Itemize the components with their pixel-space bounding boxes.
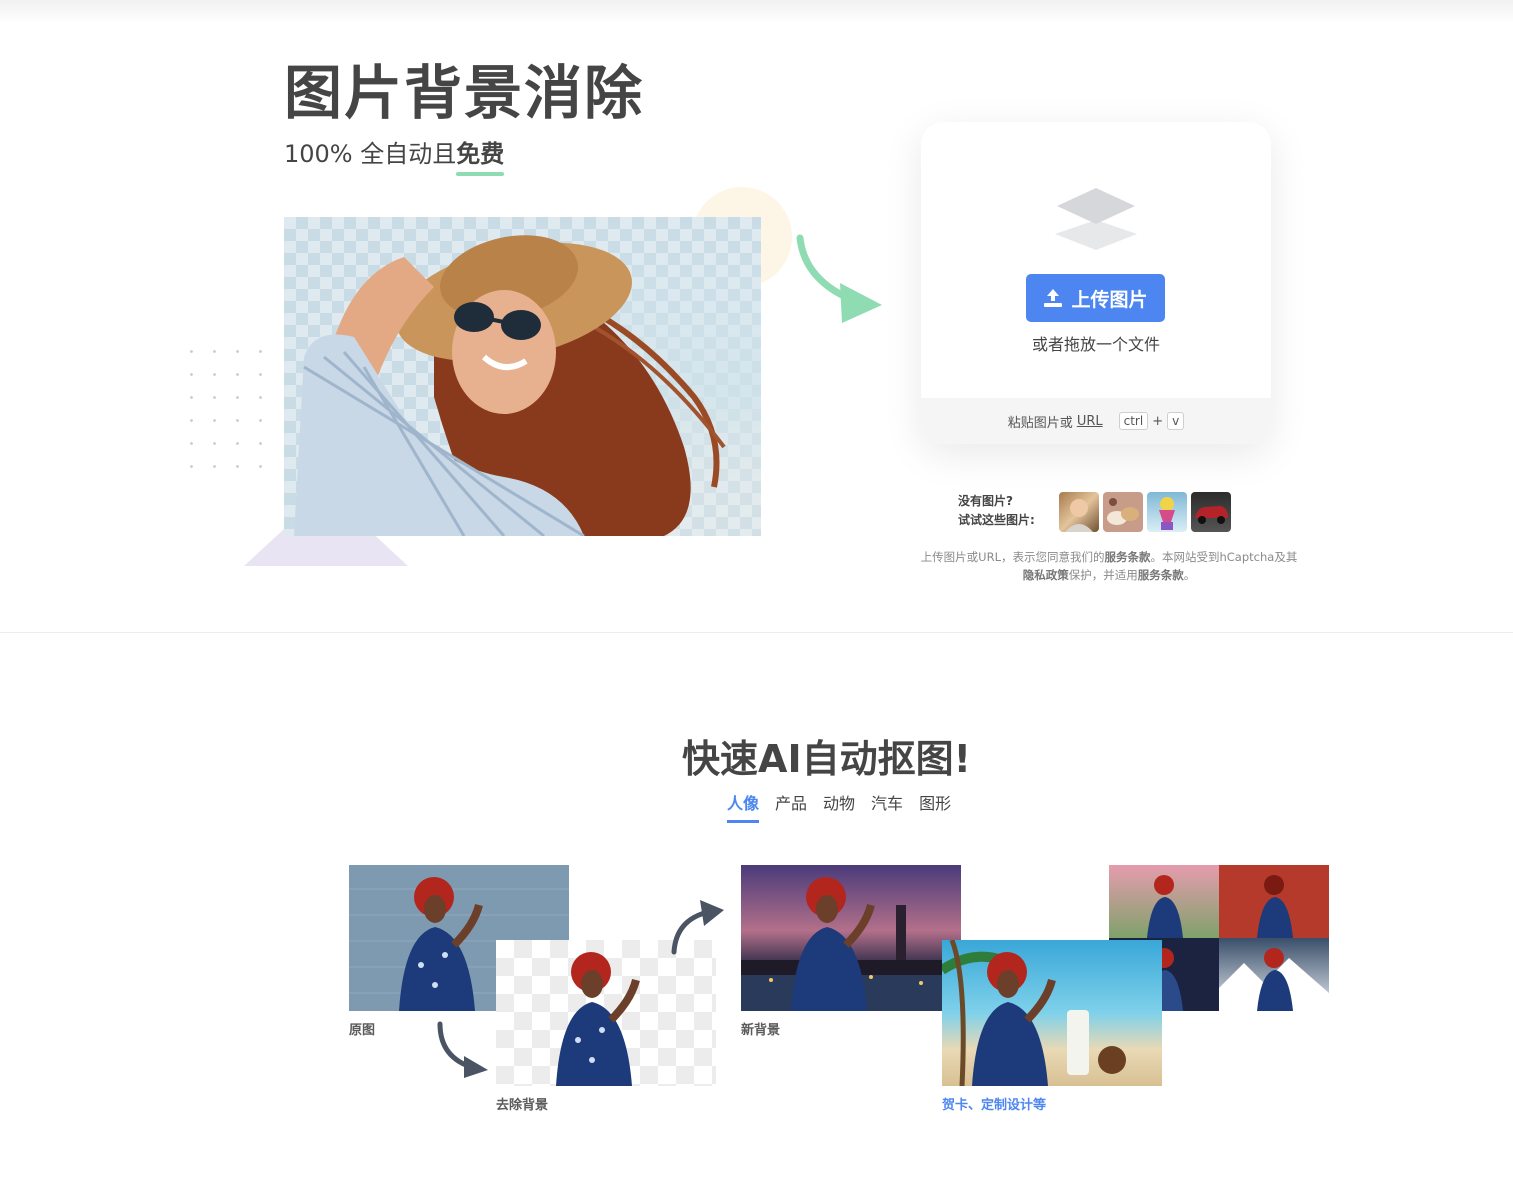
terms-link[interactable]: 服务条款 [1104,550,1150,564]
caption-original: 原图 [349,1023,376,1038]
category-tabs: 人像 产品 动物 汽车 图形 [727,790,951,823]
caption-designs[interactable]: 贺卡、定制设计等 [942,1094,1046,1113]
paste-prefix: 粘贴图片或 [1007,415,1073,431]
sample-image-animals[interactable] [1103,492,1143,532]
curved-arrow-icon [671,900,724,955]
decorative-dot-grid [180,340,276,480]
key-v: v [1167,412,1185,430]
tab-animal[interactable]: 动物 [823,790,855,823]
curved-arrow-icon [796,234,882,323]
tab-car[interactable]: 汽车 [871,790,903,823]
demo-grid-image-1 [1109,865,1219,938]
samples-label-line1: 没有图片? [958,494,1013,508]
legal-text-4: 。 [1183,568,1196,582]
top-bar [0,0,1513,24]
sample-image-car[interactable] [1191,492,1231,532]
section-title: 快速AI自动抠图! [682,737,971,781]
key-plus: + [1152,413,1164,429]
samples-label-line2: 试试这些图片: [958,513,1035,527]
tab-portrait[interactable]: 人像 [727,790,760,823]
key-ctrl: ctrl [1118,412,1149,430]
tab-product[interactable]: 产品 [775,790,807,823]
sample-image-product[interactable] [1147,492,1187,532]
tab-graphic[interactable]: 图形 [919,790,951,823]
upload-card[interactable]: 上传图片 或者拖放一个文件 粘贴图片或 URL ctrl + v [921,122,1271,444]
caption-removed-bg: 去除背景 [496,1098,549,1113]
page-subtitle: 100% 全自动且免费 [284,134,504,169]
drop-file-text: 或者拖放一个文件 [1031,335,1160,354]
section-divider [0,632,1513,633]
curved-arrow-icon [437,1021,488,1078]
terms-link-2[interactable]: 服务条款 [1138,568,1184,582]
upload-icon [1044,289,1063,307]
legal-text-2: 。本网站受到hCaptcha及其 [1150,550,1298,564]
demo-new-bg-image [741,865,961,1011]
demo-grid-image-2 [1219,865,1329,938]
hero-demo-image [284,217,761,536]
subtitle-highlight: 免费 [456,140,505,168]
demo-removed-bg-image [496,940,716,1086]
privacy-link[interactable]: 隐私政策 [1023,568,1069,582]
upload-image-button[interactable]: 上传图片 [1026,274,1165,322]
paste-url-link[interactable]: URL [1077,414,1103,429]
demo-grid-image-4 [1219,938,1329,1011]
subtitle-prefix: 100% 全自动且 [284,140,457,168]
sample-image-woman[interactable] [1059,492,1099,532]
samples-label: 没有图片? 试试这些图片: [958,492,1035,530]
upload-button-label: 上传图片 [1071,289,1148,311]
caption-new-bg: 新背景 [741,1023,781,1038]
layers-icon [1055,188,1137,250]
paste-bar: 粘贴图片或 URL ctrl + v [921,398,1271,444]
legal-text-3: 保护，并适用 [1068,568,1138,582]
legal-text-1: 上传图片或URL，表示您同意我们的 [920,550,1105,564]
demo-card-design-image [942,940,1162,1086]
page-title: 图片背景消除 [284,59,645,127]
legal-notice: 上传图片或URL，表示您同意我们的服务条款。本网站受到hCaptcha及其隐私政… [918,548,1300,584]
